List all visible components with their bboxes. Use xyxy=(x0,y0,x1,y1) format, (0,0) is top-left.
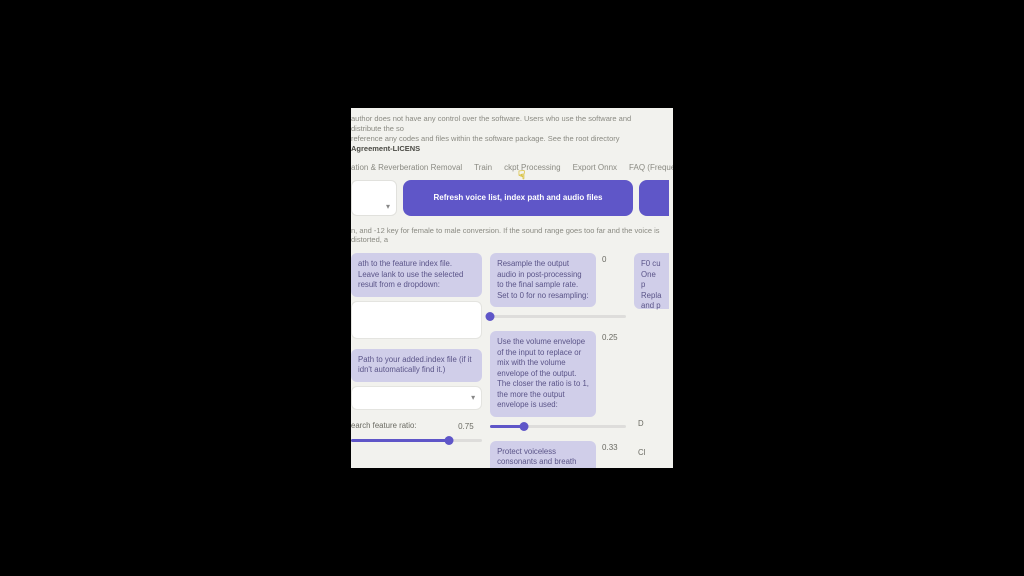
button-stub[interactable] xyxy=(639,180,669,216)
disclaimer-line1: author does not have any control over th… xyxy=(351,114,631,133)
refresh-button-label: Refresh voice list, index path and audio… xyxy=(434,193,603,202)
tab-train[interactable]: Train xyxy=(474,163,492,172)
envelope-value: 0.25 xyxy=(602,331,626,342)
disclaimer-text: author does not have any control over th… xyxy=(351,114,669,161)
search-ratio-value: 0.75 xyxy=(458,420,482,431)
tab-bar: ation & Reverberation Removal Train ckpt… xyxy=(351,161,669,180)
f0-curve-card: F0 cu One p Repla and p xyxy=(634,253,669,309)
cl-label: Cl xyxy=(634,448,669,457)
tab-ckpt[interactable]: ckpt Processing xyxy=(504,163,560,172)
search-ratio-label: earch feature ratio: xyxy=(351,421,416,430)
pillarbox-right xyxy=(673,0,1024,576)
disclaimer-line2: reference any codes and files within the… xyxy=(351,134,619,143)
transpose-hint: n, and -12 key for female to male conver… xyxy=(351,224,669,254)
resample-value: 0 xyxy=(602,253,626,264)
index-path-input[interactable] xyxy=(351,301,482,339)
disclaimer-license: Agreement-LICENS xyxy=(351,144,420,153)
index-path-label: ath to the feature index file. Leave lan… xyxy=(351,253,482,297)
resample-label: Resample the output audio in post-proces… xyxy=(490,253,596,307)
voice-dropdown[interactable]: ▾ xyxy=(351,180,397,216)
protect-label: Protect voiceless consonants and breath … xyxy=(490,441,596,468)
envelope-slider[interactable] xyxy=(490,421,626,431)
letterbox-top xyxy=(351,0,673,108)
d-label: D xyxy=(634,419,669,428)
resample-slider[interactable] xyxy=(490,311,626,321)
added-index-dropdown[interactable]: ▾ xyxy=(351,386,482,410)
foreground-app: author does not have any control over th… xyxy=(351,0,673,576)
cursor-icon: ☟ xyxy=(518,168,525,182)
tab-separation[interactable]: ation & Reverberation Removal xyxy=(351,163,462,172)
envelope-label: Use the volume envelope of the input to … xyxy=(490,331,596,417)
tab-export-onnx[interactable]: Export Onnx xyxy=(573,163,617,172)
protect-value: 0.33 xyxy=(602,441,626,452)
letterbox-bottom xyxy=(351,468,673,576)
pillarbox-left xyxy=(0,0,351,576)
tab-faq[interactable]: FAQ (Frequently A xyxy=(629,163,673,172)
added-index-label: Path to your added.index file (if it idn… xyxy=(351,349,482,382)
refresh-button[interactable]: ☟ Refresh voice list, index path and aud… xyxy=(403,180,633,216)
search-ratio-slider[interactable] xyxy=(351,435,482,445)
